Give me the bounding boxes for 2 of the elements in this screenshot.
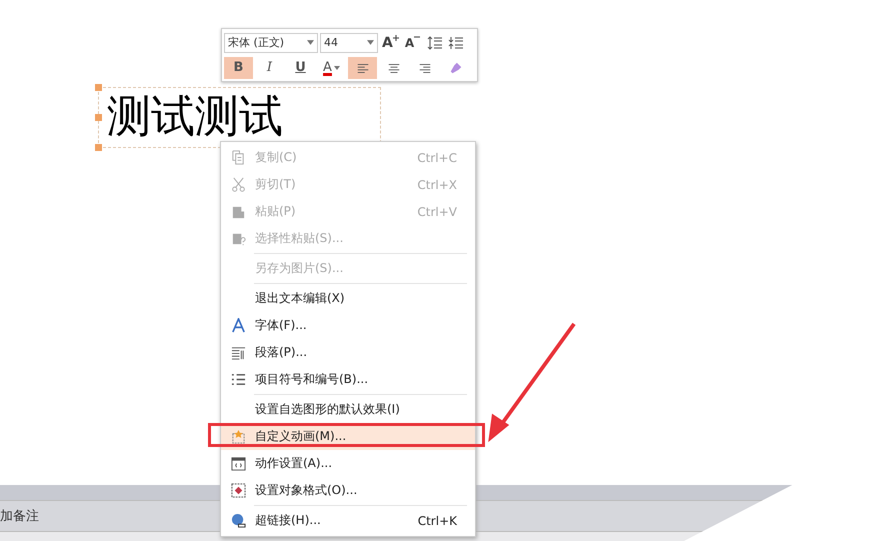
notes-placeholder: 加备注 bbox=[0, 508, 39, 525]
slide-text: 测试测试 bbox=[107, 90, 283, 144]
